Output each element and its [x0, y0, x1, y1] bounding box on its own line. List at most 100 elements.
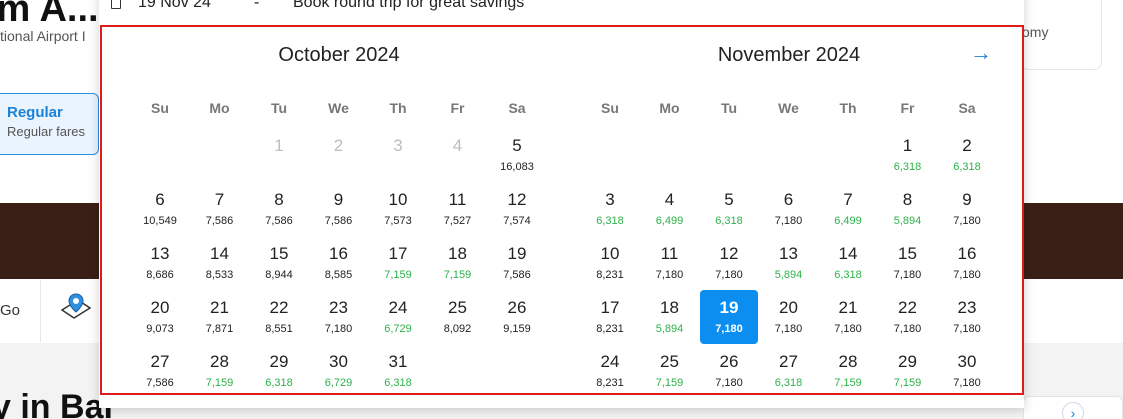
day-cell[interactable]: 28 7,159 [818, 344, 878, 398]
day-cell[interactable]: 1 6,318 [878, 128, 938, 182]
day-cell[interactable]: 14 8,533 [190, 236, 250, 290]
day-number: 24 [388, 298, 408, 317]
day-cell[interactable]: 13 5,894 [759, 236, 819, 290]
day-cell[interactable]: 29 6,318 [249, 344, 309, 398]
day-cell[interactable]: 24 8,231 [580, 344, 640, 398]
day-cell[interactable]: 9 7,586 [309, 182, 369, 236]
day-cell[interactable]: 22 8,551 [249, 290, 309, 344]
day-cell[interactable]: 9 7,180 [937, 182, 997, 236]
day-cell[interactable]: 12 7,180 [699, 236, 759, 290]
day-cell[interactable]: 27 7,586 [130, 344, 190, 398]
day-cell[interactable]: 18 7,159 [428, 236, 488, 290]
day-number: 21 [210, 298, 229, 317]
day-number: 29 [269, 352, 289, 371]
day-cell[interactable]: 20 7,180 [759, 290, 819, 344]
day-cell[interactable]: 19 7,586 [487, 236, 547, 290]
weekday-header: Mo [659, 100, 680, 116]
day-cell[interactable]: 26 9,159 [487, 290, 547, 344]
day-cell[interactable]: 30 6,729 [309, 344, 369, 398]
day-cell[interactable]: 7 7,586 [190, 182, 250, 236]
day-cell[interactable]: 23 7,180 [309, 290, 369, 344]
day-number: 28 [210, 352, 229, 371]
day-cell[interactable]: 8 7,586 [249, 182, 309, 236]
day-cell[interactable]: 21 7,871 [190, 290, 250, 344]
day-fare-price: 8,585 [324, 269, 353, 281]
day-cell[interactable]: 3 6,318 [580, 182, 640, 236]
day-fare-price: 6,318 [384, 377, 412, 389]
day-number: 19 [719, 298, 739, 317]
weekday-header: We [778, 100, 799, 116]
day-fare-price: 8,533 [205, 269, 234, 281]
day-cell[interactable]: 6 7,180 [759, 182, 819, 236]
day-cell[interactable]: 30 7,180 [937, 344, 997, 398]
day-number: 28 [838, 352, 858, 371]
day-cell[interactable]: 23 7,180 [937, 290, 997, 344]
day-cell[interactable]: 6 10,549 [130, 182, 190, 236]
day-cell[interactable]: 21 7,180 [818, 290, 878, 344]
day-cell[interactable]: 16 8,585 [309, 236, 369, 290]
day-cell[interactable]: 31 6,318 [368, 344, 428, 398]
map-pin-icon[interactable] [56, 288, 96, 328]
day-fare-price: 7,180 [715, 323, 743, 335]
day-fare-price: 7,159 [205, 377, 234, 389]
day-cell[interactable]: 24 6,729 [368, 290, 428, 344]
day-cell[interactable]: 14 6,318 [818, 236, 878, 290]
round-trip-promo[interactable]: Book round trip for great savings [293, 0, 524, 12]
day-fare-price: 7,586 [324, 215, 353, 227]
day-cell[interactable]: 5 6,318 [699, 182, 759, 236]
day-cell[interactable]: 25 8,092 [428, 290, 488, 344]
weekday-header: Tu [270, 100, 288, 116]
day-cell[interactable]: 15 8,944 [249, 236, 309, 290]
day-number: 3 [605, 190, 615, 209]
day-number: 16 [329, 244, 348, 263]
day-cell[interactable]: 18 5,894 [640, 290, 700, 344]
next-month-arrow-icon[interactable]: → [968, 41, 994, 67]
day-fare-price: 7,586 [503, 269, 531, 281]
day-cell[interactable]: 8 5,894 [878, 182, 938, 236]
day-fare-price: 7,180 [953, 269, 981, 281]
day-number: 27 [779, 352, 798, 371]
day-cell[interactable]: 20 9,073 [130, 290, 190, 344]
day-cell[interactable]: 12 7,574 [487, 182, 547, 236]
day-cell[interactable]: 22 7,180 [878, 290, 938, 344]
day-cell[interactable]: 17 8,231 [580, 290, 640, 344]
carousel-next-arrow-icon[interactable]: › [1062, 402, 1084, 419]
quick-link-go-label[interactable]: Go [0, 302, 20, 319]
day-cell[interactable]: 5 16,083 [487, 128, 547, 182]
day-fare-price: 6,318 [596, 215, 624, 227]
day-fare-price: 6,318 [774, 377, 803, 389]
day-number: 7 [843, 190, 853, 209]
day-number: 9 [962, 190, 972, 209]
weekday-header: Su [601, 100, 619, 116]
day-cell[interactable]: 25 7,159 [640, 344, 700, 398]
day-cell[interactable]: 29 7,159 [878, 344, 938, 398]
day-number: 8 [902, 190, 913, 209]
day-cell[interactable]: 11 7,180 [640, 236, 700, 290]
weekday-header: Su [151, 100, 169, 116]
day-number: 2 [333, 136, 344, 155]
day-cell[interactable]: 27 6,318 [759, 344, 819, 398]
day-cell[interactable]: 7 6,499 [818, 182, 878, 236]
day-number: 25 [448, 298, 467, 317]
day-cell[interactable]: 4 6,499 [640, 182, 700, 236]
day-number: 16 [957, 244, 977, 263]
day-fare-price: 7,180 [953, 377, 981, 389]
day-cell[interactable]: 15 7,180 [878, 236, 938, 290]
day-number: 12 [507, 190, 527, 209]
day-cell[interactable]: 10 7,573 [368, 182, 428, 236]
day-cell[interactable]: 16 7,180 [937, 236, 997, 290]
day-cell[interactable]: 28 7,159 [190, 344, 250, 398]
day-cell[interactable]: 13 8,686 [130, 236, 190, 290]
day-cell[interactable]: 11 7,527 [428, 182, 488, 236]
day-fare-price: 7,180 [893, 323, 922, 335]
day-cell-selected[interactable]: 19 7,180 [699, 290, 759, 344]
selected-date-bar[interactable]: 19 Nov 24 - Book round trip for great sa… [99, 0, 1024, 22]
day-number: 20 [779, 298, 798, 317]
day-cell[interactable]: 17 7,159 [368, 236, 428, 290]
day-number: 31 [388, 352, 408, 371]
day-cell[interactable]: 10 8,231 [580, 236, 640, 290]
day-cell[interactable]: 2 6,318 [937, 128, 997, 182]
fare-option-regular[interactable]: Regular Regular fares [0, 93, 99, 155]
weekday-header: Sa [958, 100, 976, 116]
day-cell[interactable]: 26 7,180 [699, 344, 759, 398]
